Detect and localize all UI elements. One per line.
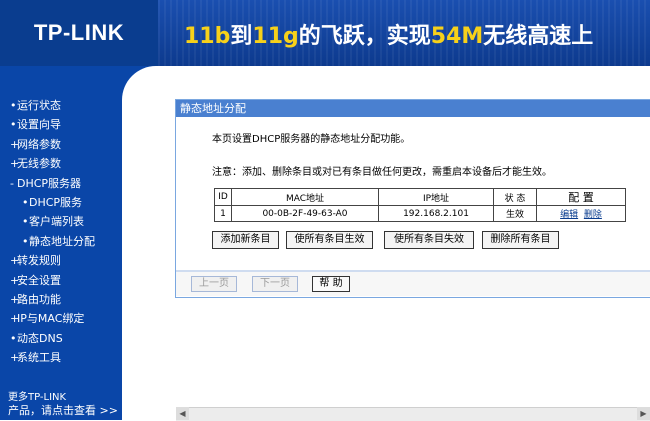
disable-all-button[interactable]: 使所有条目失效 xyxy=(384,231,474,249)
more-products-link[interactable]: 更多TP-LINK xyxy=(8,388,66,403)
next-page-button[interactable]: 下一页 xyxy=(252,276,298,292)
bullet-icon: • xyxy=(10,332,17,345)
minus-icon: - xyxy=(10,177,14,190)
sidebar-item-label: 静态地址分配 xyxy=(29,235,95,248)
help-button[interactable]: 帮 助 xyxy=(312,276,350,292)
horizontal-scrollbar[interactable] xyxy=(176,407,650,421)
bullet-icon: • xyxy=(10,99,17,112)
sidebar-item-label: DHCP服务器 xyxy=(17,177,82,190)
frame-corner xyxy=(122,66,162,106)
slogan-part: 11b xyxy=(184,24,231,49)
sidebar-item-label: 客户端列表 xyxy=(29,215,84,228)
panel-title: 静态地址分配 xyxy=(176,100,650,117)
pager-bar xyxy=(176,272,650,296)
add-entry-button[interactable]: 添加新条目 xyxy=(212,231,279,249)
slogan-part: 无线高速上 xyxy=(483,24,594,49)
table-header-row: ID MAC地址 IP地址 状 态 配 置 xyxy=(214,188,626,206)
cell-config: 编辑 删除 xyxy=(536,205,626,222)
column-header-id: ID xyxy=(214,188,232,206)
cell-ip: 192.168.2.101 xyxy=(378,205,494,222)
sidebar: •运行状态 •设置向导 +网络参数 +无线参数 - DHCP服务器 •DHCP服务… xyxy=(0,66,122,420)
panel-description: 本页设置DHCP服务器的静态地址分配功能。 xyxy=(212,134,411,145)
column-header-config: 配 置 xyxy=(536,188,626,206)
plus-icon: + xyxy=(10,138,20,151)
static-address-table: ID MAC地址 IP地址 状 态 配 置 1 00-0B-2F-49-63-A… xyxy=(214,188,626,222)
banner: 11b到11g的飞跃，实现54M无线高速上 xyxy=(158,0,650,66)
cell-id: 1 xyxy=(214,205,232,222)
bullet-icon: • xyxy=(22,235,29,248)
plus-icon: + xyxy=(10,293,20,306)
sidebar-item-wizard[interactable]: •设置向导 xyxy=(10,116,61,132)
sidebar-item-ddns[interactable]: •动态DNS xyxy=(10,330,63,346)
slogan-part: 到 xyxy=(230,24,253,49)
sidebar-item-label: 运行状态 xyxy=(17,99,61,112)
sidebar-item-status[interactable]: •运行状态 xyxy=(10,97,61,113)
bullet-icon: • xyxy=(10,118,17,131)
slogan-part: 的飞跃，实现 xyxy=(298,24,431,49)
plus-icon: + xyxy=(10,157,20,170)
static-address-panel: 静态地址分配 本页设置DHCP服务器的静态地址分配功能。 注意：添加、删除条目或… xyxy=(175,99,650,298)
bullet-icon: • xyxy=(22,215,29,228)
scroll-left-icon[interactable]: ◀ xyxy=(176,407,189,420)
plus-icon: + xyxy=(10,312,20,325)
plus-icon: + xyxy=(10,351,20,364)
tp-link-logo: TP-LINK xyxy=(0,0,158,66)
banner-slogan: 11b到11g的飞跃，实现54M无线高速上 xyxy=(184,18,593,50)
more-products-link-line2[interactable]: 产品，请点击查看 >> xyxy=(8,402,118,418)
sidebar-item-ip-mac[interactable]: +IP与MAC绑定 xyxy=(10,310,84,326)
sidebar-item-label: 无线参数 xyxy=(17,157,61,170)
panel-note: 注意：添加、删除条目或对已有条目做任何更改，需重启本设备后才能生效。 xyxy=(212,167,552,178)
sidebar-item-label: IP与MAC绑定 xyxy=(17,312,85,325)
sidebar-item-label: 安全设置 xyxy=(17,274,61,287)
scroll-right-icon[interactable]: ▶ xyxy=(637,407,650,420)
sidebar-item-security[interactable]: +安全设置 xyxy=(10,272,61,288)
sidebar-item-network[interactable]: +网络参数 xyxy=(10,136,61,152)
sidebar-item-label: DHCP服务 xyxy=(29,196,83,209)
prev-page-button[interactable]: 上一页 xyxy=(191,276,237,292)
sidebar-item-system-tools[interactable]: +系统工具 xyxy=(10,349,61,365)
sidebar-item-client-list[interactable]: •客户端列表 xyxy=(22,213,84,229)
sidebar-item-label: 网络参数 xyxy=(17,138,61,151)
plus-icon: + xyxy=(10,254,20,267)
sidebar-item-label: 路由功能 xyxy=(17,293,61,306)
slogan-part: 11g xyxy=(252,24,299,49)
sidebar-item-routing[interactable]: +路由功能 xyxy=(10,291,61,307)
sidebar-item-label: 设置向导 xyxy=(17,118,61,131)
edit-link[interactable]: 编辑 xyxy=(560,210,578,220)
sidebar-item-wireless[interactable]: +无线参数 xyxy=(10,155,61,171)
sidebar-item-label: 系统工具 xyxy=(17,351,61,364)
sidebar-item-dhcp-service[interactable]: •DHCP服务 xyxy=(22,194,82,210)
slogan-part: 54M xyxy=(430,24,484,49)
cell-mac: 00-0B-2F-49-63-A0 xyxy=(231,205,379,222)
cell-status: 生效 xyxy=(493,205,537,222)
delete-link[interactable]: 删除 xyxy=(584,210,602,220)
column-header-mac: MAC地址 xyxy=(231,188,379,206)
header: TP-LINK 11b到11g的飞跃，实现54M无线高速上 xyxy=(0,0,650,66)
sidebar-item-forwarding[interactable]: +转发规则 xyxy=(10,252,61,268)
sidebar-item-dhcp[interactable]: - DHCP服务器 xyxy=(10,175,81,191)
table-row: 1 00-0B-2F-49-63-A0 192.168.2.101 生效 编辑 … xyxy=(214,205,626,222)
sidebar-item-static-address[interactable]: •静态地址分配 xyxy=(22,233,95,249)
column-header-ip: IP地址 xyxy=(378,188,494,206)
delete-all-button[interactable]: 删除所有条目 xyxy=(482,231,559,249)
plus-icon: + xyxy=(10,274,20,287)
logo-text: TP-LINK xyxy=(33,20,125,45)
bullet-icon: • xyxy=(22,196,29,209)
enable-all-button[interactable]: 使所有条目生效 xyxy=(286,231,373,249)
column-header-status: 状 态 xyxy=(493,188,537,206)
sidebar-item-label: 转发规则 xyxy=(17,254,61,267)
sidebar-item-label: 动态DNS xyxy=(17,332,63,345)
